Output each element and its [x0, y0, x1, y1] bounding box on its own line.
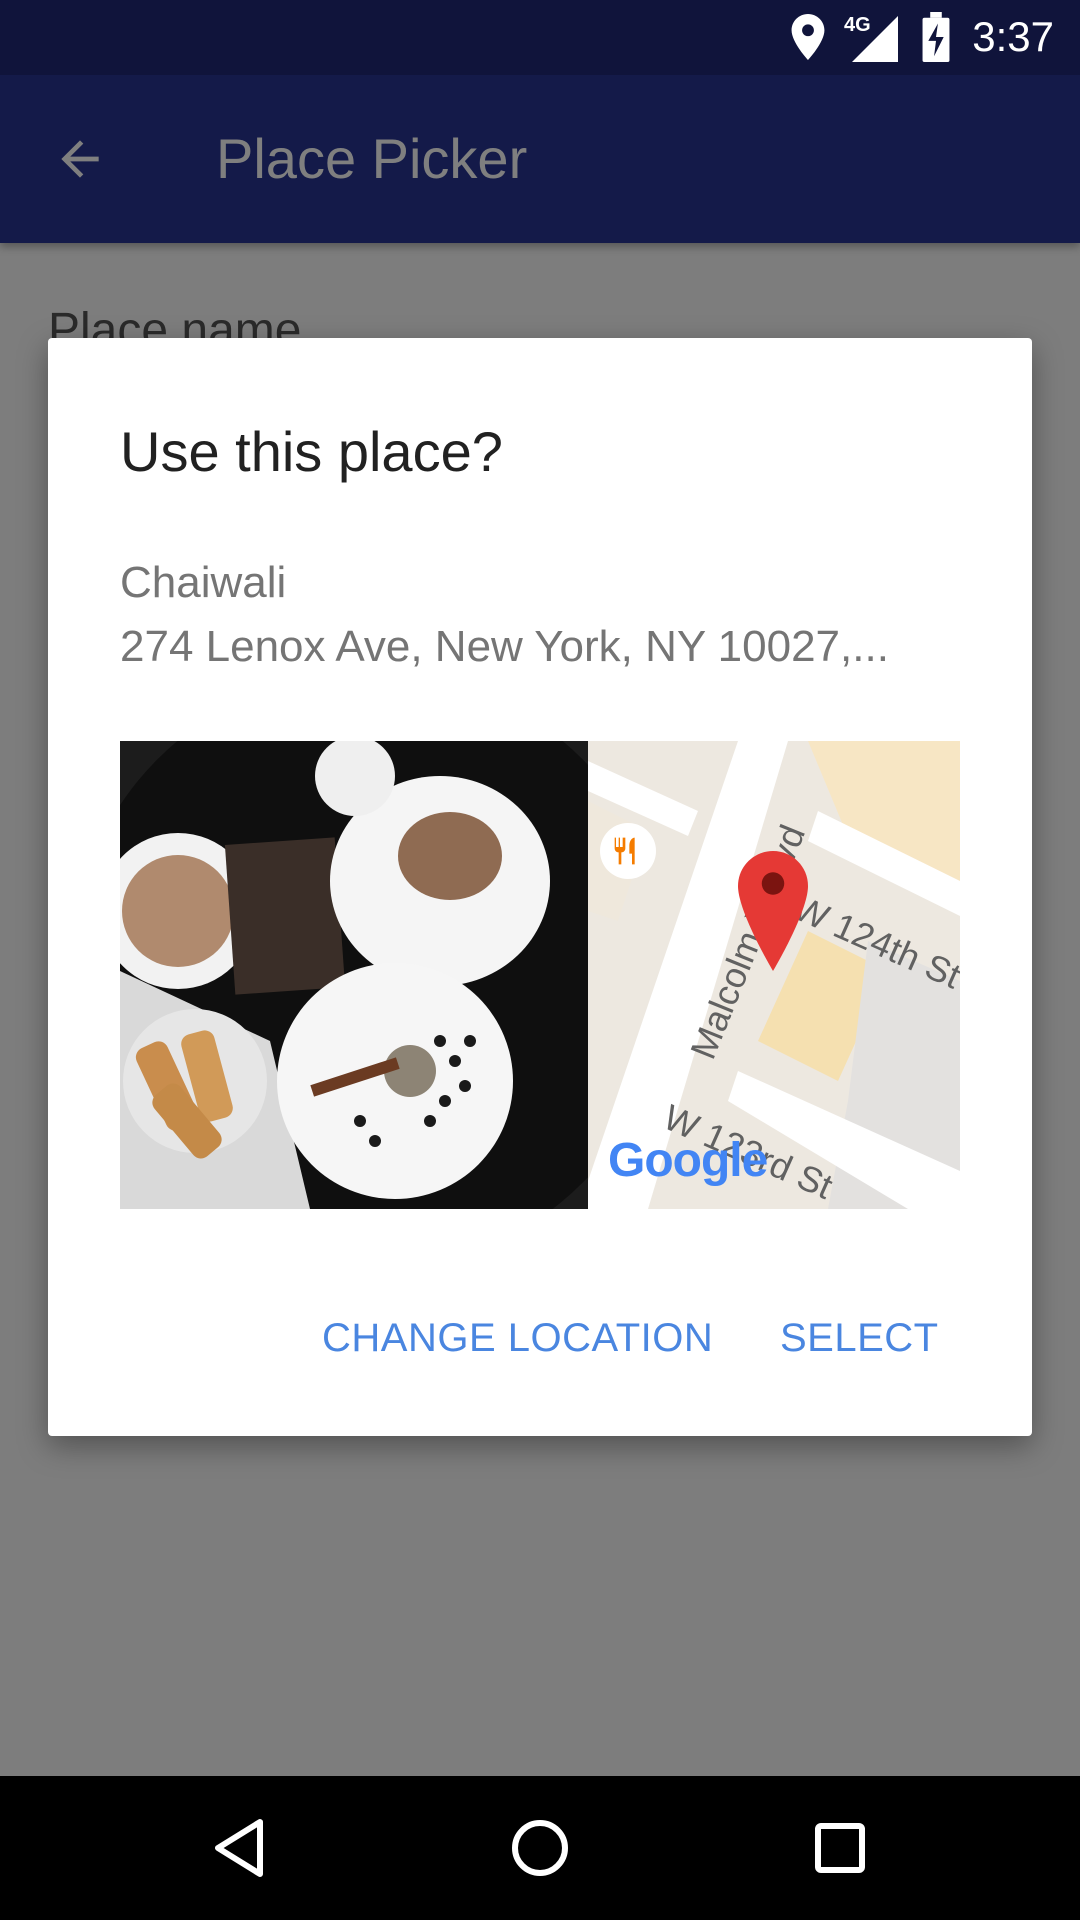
place-photo: [120, 741, 588, 1209]
battery-charging-icon: [922, 12, 950, 62]
status-bar: 4G 3:37: [0, 0, 1080, 75]
place-name: Chaiwali: [120, 558, 287, 607]
home-circle-icon: [512, 1820, 568, 1876]
map-preview[interactable]: Malcolm X Blvd W 124th St W 123rd St Goo…: [588, 741, 960, 1209]
google-attribution: Google: [608, 1133, 768, 1188]
signal-icon: [852, 16, 898, 62]
nav-recents-button[interactable]: [790, 1798, 890, 1898]
nav-back-button[interactable]: [190, 1798, 290, 1898]
dialog-actions: CHANGE LOCATION SELECT: [48, 1278, 1032, 1398]
screen: Place name Place Picker 4G 3:37 Use this…: [0, 0, 1080, 1920]
dialog-title: Use this place?: [120, 420, 503, 483]
select-button[interactable]: SELECT: [780, 1278, 939, 1398]
back-triangle-icon: [215, 1819, 263, 1877]
location-icon: [791, 14, 825, 60]
map-pin-icon: [738, 851, 808, 971]
confirm-place-dialog: Use this place? Chaiwali 274 Lenox Ave, …: [48, 338, 1032, 1436]
restaurant-icon: [600, 823, 656, 879]
google-logo-text: Google: [608, 1134, 768, 1187]
navigation-bar: [0, 1776, 1080, 1920]
place-photo-illustration: [120, 741, 588, 1209]
nav-home-button[interactable]: [490, 1798, 590, 1898]
change-location-button[interactable]: CHANGE LOCATION: [322, 1278, 713, 1398]
place-address: 274 Lenox Ave, New York, NY 10027,...: [120, 622, 889, 671]
status-time: 3:37: [972, 13, 1054, 60]
recents-square-icon: [815, 1823, 865, 1873]
